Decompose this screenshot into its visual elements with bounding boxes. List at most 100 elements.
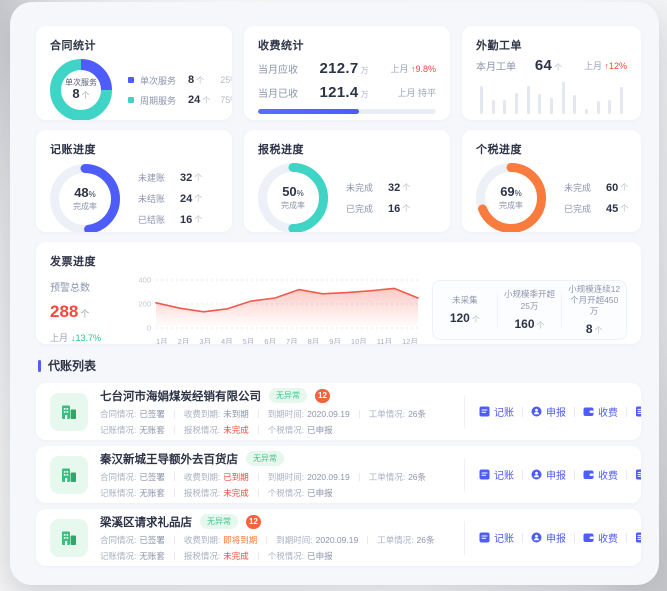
record-button[interactable]: 记账 xyxy=(627,467,641,482)
fee-button[interactable]: 收费 xyxy=(575,404,626,419)
wallet-icon xyxy=(583,533,594,542)
notification-count-badge: 12 xyxy=(315,388,330,403)
tax-donut-area: 50% 完成率 未完成 32 个 已完成 16 个 xyxy=(258,163,436,232)
document-icon xyxy=(636,532,641,543)
field-work-bar-chart xyxy=(476,82,627,114)
stat-item: 已完成 45 个 xyxy=(564,202,629,215)
detail-line-1: 合同情况: 已签署 收费到期: 已到期 到期时间: 2020.09.19 工单情况: 2… xyxy=(100,471,427,482)
wallet-icon xyxy=(583,470,594,479)
personal-tax-items: 未完成 60 个 已完成 45 个 xyxy=(564,173,638,223)
ledger-icon xyxy=(479,406,490,417)
declare-button[interactable]: 申报 xyxy=(523,404,574,419)
contract-stats-card: 合同统计 单次服务 8个 单次服务 8 个 25% xyxy=(36,26,232,120)
section-accent-bar xyxy=(38,359,41,372)
card-title-contract: 合同统计 xyxy=(50,40,96,52)
agency-row[interactable]: 梁溪区请求礼品店 无异常 12 合同情况: 已签署 收费到期: 即将到期 到期时间:… xyxy=(36,509,641,566)
stat-item: 已完成 16 个 xyxy=(346,202,411,215)
ledger-icon xyxy=(479,532,490,543)
company-info: 秦汉新城王导额外去百货店 无异常 合同情况: 已签署 收费到期: 已到期 到期时间:… xyxy=(100,451,460,499)
stat-12month-over-4500k: 小规模连续12个月开超450万 8个 xyxy=(568,283,621,337)
trend-value: 持平 xyxy=(417,88,436,98)
declare-button[interactable]: 申报 xyxy=(523,530,574,545)
bookkeeping-donut-center: 48% 完成率 xyxy=(73,184,97,211)
trend-value: ↑9.8% xyxy=(410,64,436,74)
declare-icon xyxy=(531,469,542,480)
legend-swatch-blue xyxy=(128,77,134,83)
contract-donut-center: 单次服务 8个 xyxy=(50,59,112,120)
invoice-progress-card: 发票进度 预警总数 288 个 上月 ↓13.7% 400 200 0 1月 2月 3月 4月… xyxy=(36,242,641,344)
tax-donut-chart: 50% 完成率 xyxy=(258,163,328,232)
trend-value: ↑12% xyxy=(604,61,627,71)
fee-stats-card: 收费统计 当月应收 212.7 万 上月 ↑9.8% 当月已收 121.4 万 上月… xyxy=(244,26,450,120)
card-title-tax: 报税进度 xyxy=(258,144,304,156)
agency-row[interactable]: 七台河市海娟煤炭经销有限公司 无异常 12 合同情况: 已签署 收费到期: 未到期 … xyxy=(36,383,641,440)
status-badge: 无异常 xyxy=(246,451,284,466)
x-tick-label: 7月 xyxy=(285,337,298,344)
x-tick-label: 10月 xyxy=(350,337,367,344)
stats-row-1: 合同统计 单次服务 8个 单次服务 8 个 25% xyxy=(36,26,641,120)
bookkeeping-progress-card: 记账进度 48% 完成率 未建账 32 个 未结账 24 个 已结账 16 个 xyxy=(36,130,232,232)
fee-progress-track xyxy=(258,109,436,114)
x-tick-label: 11月 xyxy=(376,337,393,344)
company-info: 七台河市海娟煤炭经销有限公司 无异常 12 合同情况: 已签署 收费到期: 未到期 … xyxy=(100,388,460,436)
fee-row-received: 当月已收 121.4 万 上月 持平 xyxy=(258,84,436,101)
contract-legend: 单次服务 8 个 25% 周期服务 24 个 75% xyxy=(128,67,232,114)
x-tick-label: 3月 xyxy=(199,337,211,344)
donut-center-value: 8个 xyxy=(72,86,90,102)
legend-item: 单次服务 8 个 25% xyxy=(128,74,232,87)
divider xyxy=(464,394,465,429)
field-work-stat-row: 本月工单 64 个 上月 ↑12% xyxy=(476,57,627,74)
company-building-icon xyxy=(50,518,88,557)
dashboard-content: 合同统计 单次服务 8个 单次服务 8 个 25% xyxy=(10,2,659,585)
agency-row[interactable]: 秦汉新城王导额外去百货店 无异常 合同情况: 已签署 收费到期: 已到期 到期时间:… xyxy=(36,446,641,503)
svg-text:400: 400 xyxy=(138,276,151,285)
tax-progress-card: 报税进度 50% 完成率 未完成 32 个 已完成 16 个 xyxy=(244,130,450,232)
card-title-field-work: 外勤工单 xyxy=(476,40,522,52)
ledger-icon xyxy=(479,469,490,480)
personal-tax-progress-card: 个税进度 69% 完成率 未完成 60 个 已完成 45 个 xyxy=(462,130,641,232)
line-chart-x-axis: 1月 2月 3月 4月 5月 6月 7月 8月 9月 10月 11月 12月 xyxy=(156,336,418,344)
divider xyxy=(464,520,465,555)
row-actions: 记账 申报 收费 记账 xyxy=(471,530,641,545)
status-badge: 无异常 xyxy=(200,514,238,529)
agency-list-header: 代账列表 xyxy=(38,357,639,374)
fee-row-receivable: 当月应收 212.7 万 上月 ↑9.8% xyxy=(258,60,436,77)
stats-row-2: 记账进度 48% 完成率 未建账 32 个 未结账 24 个 已结账 16 个 报税进度 xyxy=(36,130,641,232)
notification-count-badge: 12 xyxy=(246,514,261,529)
fee-button[interactable]: 收费 xyxy=(575,467,626,482)
svg-text:200: 200 xyxy=(138,300,151,309)
divider xyxy=(464,457,465,492)
detail-line-1: 合同情况: 已签署 收费到期: 即将到期 到期时间: 2020.09.19 工单情况:… xyxy=(100,534,435,545)
legend-item: 周期服务 24 个 75% xyxy=(128,94,232,107)
company-name: 秦汉新城王导额外去百货店 xyxy=(100,453,238,466)
bookkeeping-donut-area: 48% 完成率 未建账 32 个 未结账 24 个 已结账 16 个 xyxy=(50,163,218,232)
detail-line-2: 记账情况: 无账套 报税情况: 未完成 个税情况: 已申报 xyxy=(100,424,333,435)
line-chart-plot: 400 200 0 xyxy=(130,273,422,335)
fee-button[interactable]: 收费 xyxy=(575,530,626,545)
record-button[interactable]: 记账 xyxy=(627,530,641,545)
tax-donut-center: 50% 完成率 xyxy=(281,184,305,211)
card-title-fee: 收费统计 xyxy=(258,40,304,52)
declare-icon xyxy=(531,406,542,417)
card-title-invoice: 发票进度 xyxy=(50,256,96,268)
stat-item: 未建账 32 个 xyxy=(138,171,203,184)
bookkeeping-button[interactable]: 记账 xyxy=(471,404,522,419)
declare-button[interactable]: 申报 xyxy=(523,467,574,482)
legend-swatch-teal xyxy=(128,97,134,103)
wallet-icon xyxy=(583,407,594,416)
stat-item: 未结账 24 个 xyxy=(138,192,203,205)
record-button[interactable]: 记账 xyxy=(627,404,641,419)
invoice-stats-box: 未采集 120 个 小规模季开超25万 160 个 小规模连续12个月开超450万 … xyxy=(432,280,627,340)
personal-tax-donut-center: 69% 完成率 xyxy=(499,184,523,211)
bookkeeping-items: 未建账 32 个 未结账 24 个 已结账 16 个 xyxy=(138,163,218,232)
company-name: 梁溪区请求礼品店 xyxy=(100,516,192,529)
detail-line-2: 记账情况: 无账套 报税情况: 未完成 个税情况: 已申报 xyxy=(100,487,333,498)
personal-tax-donut-area: 69% 完成率 未完成 60 个 已完成 45 个 xyxy=(476,163,628,232)
x-tick-label: 6月 xyxy=(264,337,276,344)
bookkeeping-button[interactable]: 记账 xyxy=(471,530,522,545)
stat-item: 未完成 60 个 xyxy=(564,181,629,194)
trend-value: ↓13.7% xyxy=(71,332,102,343)
contract-donut-chart: 单次服务 8个 xyxy=(50,59,112,120)
field-work-card: 外勤工单 本月工单 64个 上月 ↑12% 进行中48个 已完成16个 xyxy=(462,26,641,120)
bookkeeping-button[interactable]: 记账 xyxy=(471,467,522,482)
